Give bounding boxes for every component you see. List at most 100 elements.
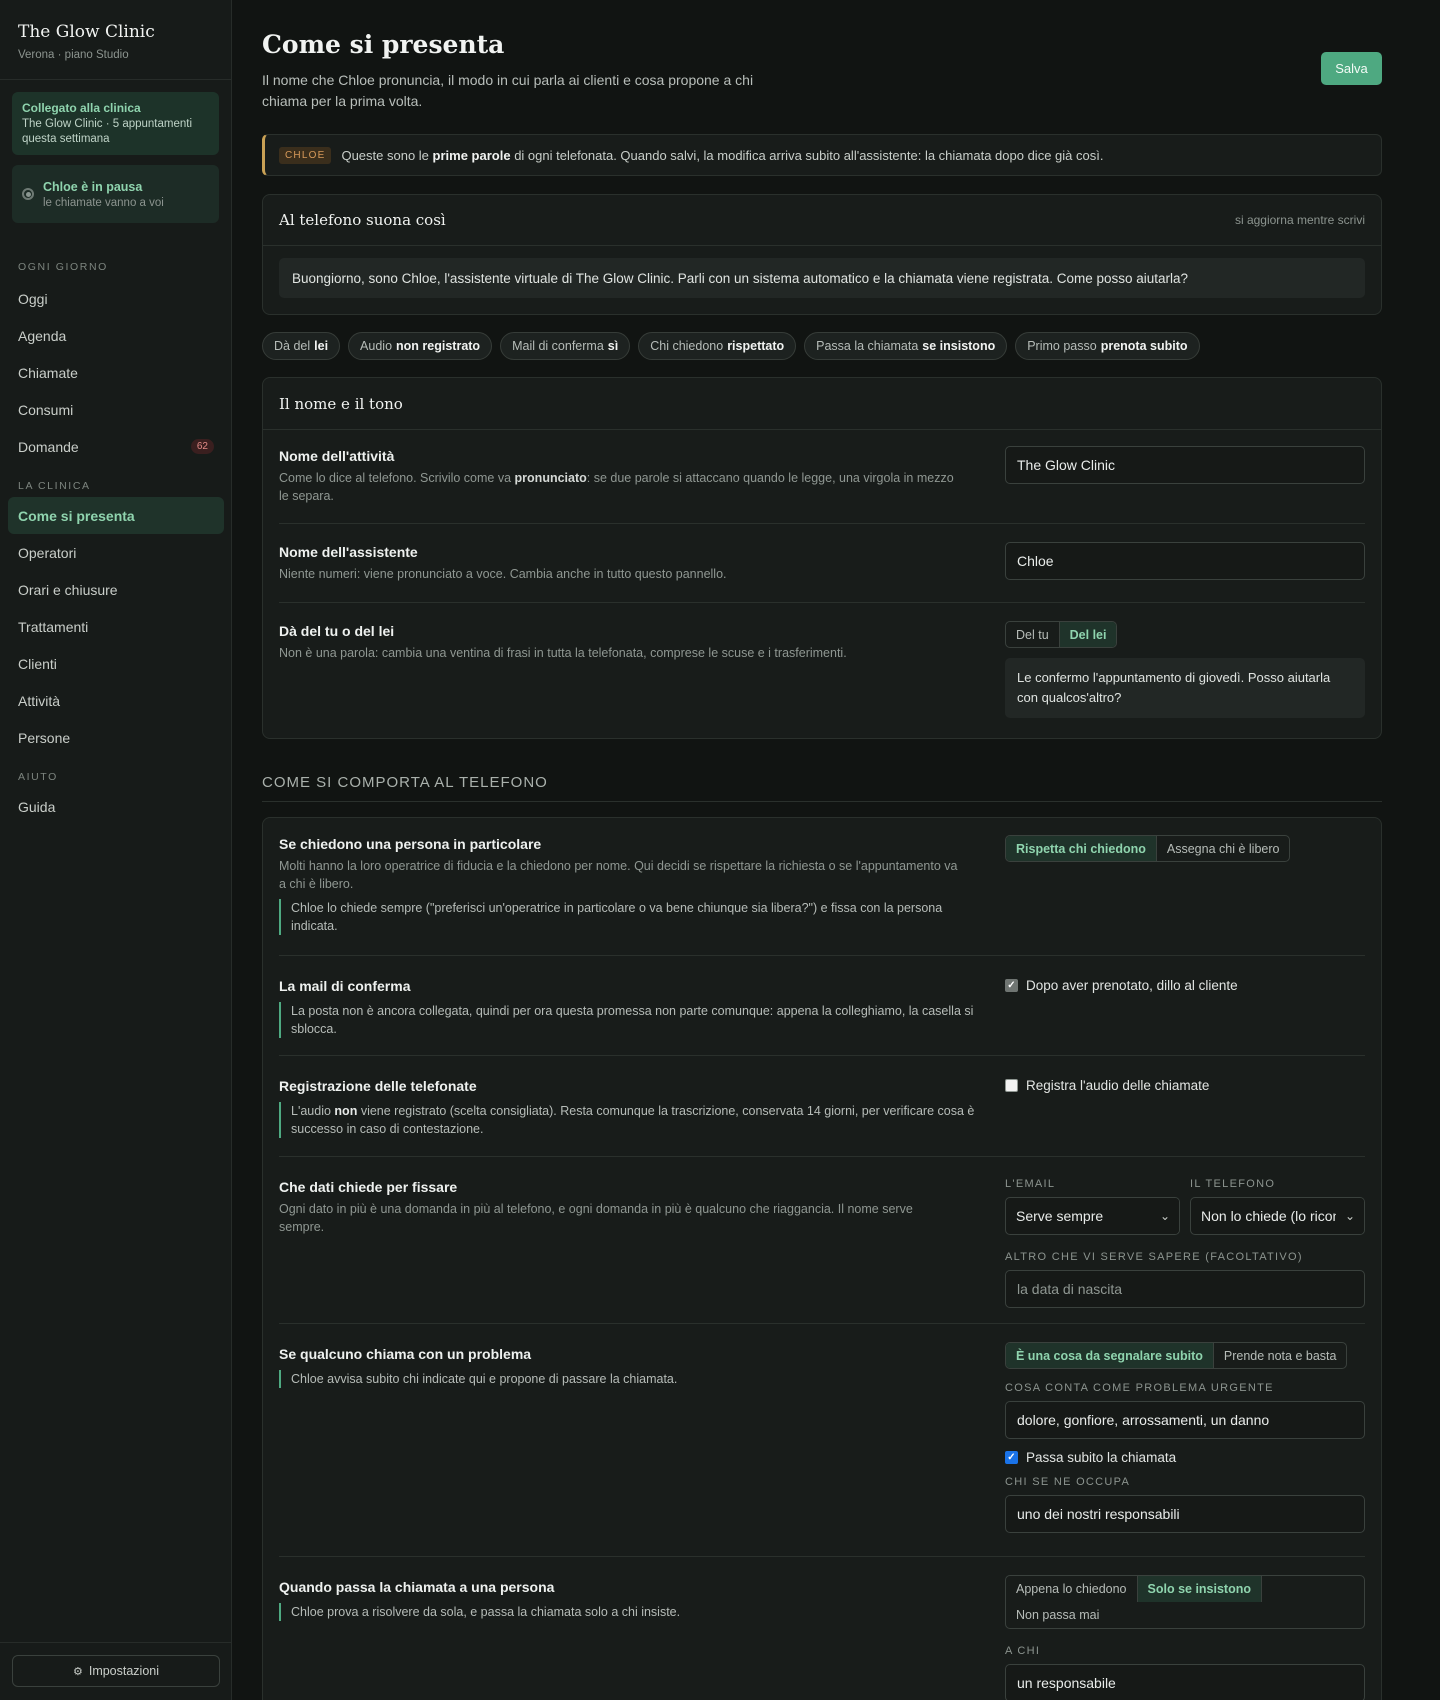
connected-card: Collegato alla clinica The Glow Clinic ·… [12,92,219,155]
gear-icon: ⚙ [72,1665,83,1678]
divider [279,1556,1365,1557]
recording-quote: L'audio non viene registrato (scelta con… [279,1102,985,1138]
transfer-option-appena[interactable]: Appena lo chiedono [1006,1576,1138,1602]
business-name-input[interactable]: The Glow Clinic [1005,446,1365,484]
checkbox-disabled-checked[interactable] [1005,979,1018,992]
sidebar-item-oggi[interactable]: Oggi [8,280,224,317]
divider [279,523,1365,524]
checkbox-unchecked[interactable] [1005,1079,1018,1092]
divider [279,955,1365,956]
connected-title: Collegato alla clinica [22,101,141,115]
person-quote: Chloe lo chiede sempre ("preferisci un'o… [279,899,985,935]
sidebar-item-consumi[interactable]: Consumi [8,391,224,428]
tone-option-tu[interactable]: Del tu [1006,622,1060,647]
chevron-down-icon: ⌄ [1336,1198,1364,1234]
assistant-name-desc: Niente numeri: viene pronunciato a voce.… [279,567,727,581]
page-title: Come si presenta [262,30,505,59]
nav-section-ogni-giorno: Ogni giorno [18,261,108,273]
preview-note: si aggiorna mentre scrivi [1234,213,1365,227]
behavior-panel: Se chiedono una persona in particolare M… [262,817,1382,1700]
who-field-label: Chi se ne occupa [1005,1476,1131,1488]
save-button[interactable]: Salva [1321,52,1382,85]
record-audio-check[interactable]: Registra l'audio delle chiamate [1005,1078,1365,1093]
name-tone-title: Il nome e il tono [279,394,403,413]
tone-toggle: Del tu Del lei [1005,621,1118,648]
summary-chips: Dà del lei Audio non registrato Mail di co… [262,332,1200,360]
urgent-input[interactable]: dolore, gonfiore, arrossamenti, un danno [1005,1401,1365,1439]
extra-field-label: Altro che vi serve sapere (facoltativo) [1005,1251,1303,1263]
person-option-assegna[interactable]: Assegna chi è libero [1157,836,1290,861]
business-name-desc: Come lo dice al telefono. Scrivilo come … [279,471,954,503]
tone-option-lei[interactable]: Del lei [1059,622,1117,647]
sidebar-item-clienti[interactable]: Clienti [8,645,224,682]
phone-field-label: Il telefono [1190,1178,1276,1190]
notice-tag: CHLOE [279,146,332,164]
mail-confirm-check[interactable]: Dopo aver prenotato, dillo al cliente [1005,978,1365,993]
settings-label: Impostazioni [88,1664,160,1678]
divider [279,1055,1365,1056]
chip-primo-passo[interactable]: Primo passo prenota subito [1015,332,1200,360]
behavior-section-heading: COME SI COMPORTA AL TELEFONO [262,774,1382,802]
pause-card[interactable]: Chloe è in pausa le chiamate vanno a voi [12,165,219,223]
person-toggle: Rispetta chi chiedono Assegna chi è libe… [1005,835,1291,862]
notice-text: Queste sono le prime parole di ogni tele… [341,147,1104,163]
urgent-field-label: Cosa conta come problema urgente [1005,1382,1274,1394]
chip-mail[interactable]: Mail di conferma sì [500,332,631,360]
settings-button[interactable]: ⚙ Impostazioni [12,1655,220,1687]
record-audio-label: Registra l'audio delle chiamate [1026,1078,1210,1093]
transfer-option-insistono[interactable]: Solo se insistono [1137,1576,1263,1602]
chip-passa-chiamata[interactable]: Passa la chiamata se insistono [804,332,1008,360]
chevron-down-icon: ⌄ [1151,1198,1179,1234]
transfer-toggle: Appena lo chiedono Solo se insistono Non… [1005,1575,1365,1629]
notice-banner: CHLOE Queste sono le prime parole di ogn… [262,134,1382,176]
sidebar: The Glow Clinic Verona · piano Studio Co… [0,0,232,1700]
divider [279,602,1365,603]
sidebar-item-chiamate[interactable]: Chiamate [8,354,224,391]
person-option-rispetta[interactable]: Rispetta chi chiedono [1006,836,1157,861]
person-desc: Molti hanno la loro operatrice di fiduci… [279,859,958,891]
to-field-label: A chi [1005,1645,1041,1657]
sidebar-item-trattamenti[interactable]: Trattamenti [8,608,224,645]
extra-data-input[interactable]: la data di nascita [1005,1270,1365,1308]
sidebar-item-persone[interactable]: Persone [8,719,224,756]
sidebar-item-operatori[interactable]: Operatori [8,534,224,571]
tone-example: Le confermo l'appuntamento di giovedì. P… [1005,658,1365,718]
transfer-option-mai[interactable]: Non passa mai [1006,1602,1109,1628]
sidebar-item-orari[interactable]: Orari e chiusure [8,571,224,608]
settings-bar: ⚙ Impostazioni [0,1642,232,1700]
who-input[interactable]: uno dei nostri responsabili [1005,1495,1365,1533]
brand: The Glow Clinic Verona · piano Studio [0,0,231,80]
data-desc: Ogni dato in più è una domanda in più al… [279,1202,913,1234]
sidebar-item-domande[interactable]: Domande 62 [8,428,224,465]
assistant-name-input[interactable]: Chloe [1005,542,1365,580]
divider [279,1156,1365,1157]
brand-location: Verona · piano Studio [18,49,129,61]
chip-tono[interactable]: Dà del lei [262,332,341,360]
mail-quote: La posta non è ancora collegata, quindi … [279,1002,985,1038]
phone-select[interactable]: Non lo chiede (lo riconosce dal numero)⌄ [1190,1197,1365,1235]
greeting-text: Buongiorno, sono Chloe, l'assistente vir… [279,258,1365,298]
sidebar-item-come-si-presenta[interactable]: Come si presenta [8,497,224,534]
transfer-now-check[interactable]: Passa subito la chiamata [1005,1450,1365,1465]
connected-text: The Glow Clinic · 5 appuntamenti questa … [22,118,193,145]
brand-title: The Glow Clinic [18,22,155,42]
domande-count-badge: 62 [190,439,214,454]
pause-status-icon [22,188,34,200]
checkbox-checked[interactable] [1005,1451,1018,1464]
sidebar-item-guida[interactable]: Guida [8,788,224,825]
problem-quote: Chloe avvisa subito chi indicate qui e p… [279,1370,985,1388]
nav-section-la-clinica: La clinica [18,480,91,492]
sidebar-item-attivita[interactable]: Attività [8,682,224,719]
preview-title: Al telefono suona così [279,211,446,229]
email-select[interactable]: Serve sempre ⌄ [1005,1197,1180,1235]
email-field-label: L'email [1005,1178,1056,1190]
problem-option-segnalare[interactable]: È una cosa da segnalare subito [1006,1343,1214,1368]
problem-toggle: È una cosa da segnalare subito Prende no… [1005,1342,1348,1369]
to-input[interactable]: un responsabile [1005,1664,1365,1700]
chip-chi-chiedono[interactable]: Chi chiedono rispettato [638,332,797,360]
page-subtitle: Il nome che Chloe pronuncia, il modo in … [262,72,754,109]
problem-option-prende-nota[interactable]: Prende nota e basta [1214,1343,1347,1368]
divider [279,1323,1365,1324]
chip-audio[interactable]: Audio non registrato [348,332,493,360]
sidebar-item-agenda[interactable]: Agenda [8,317,224,354]
